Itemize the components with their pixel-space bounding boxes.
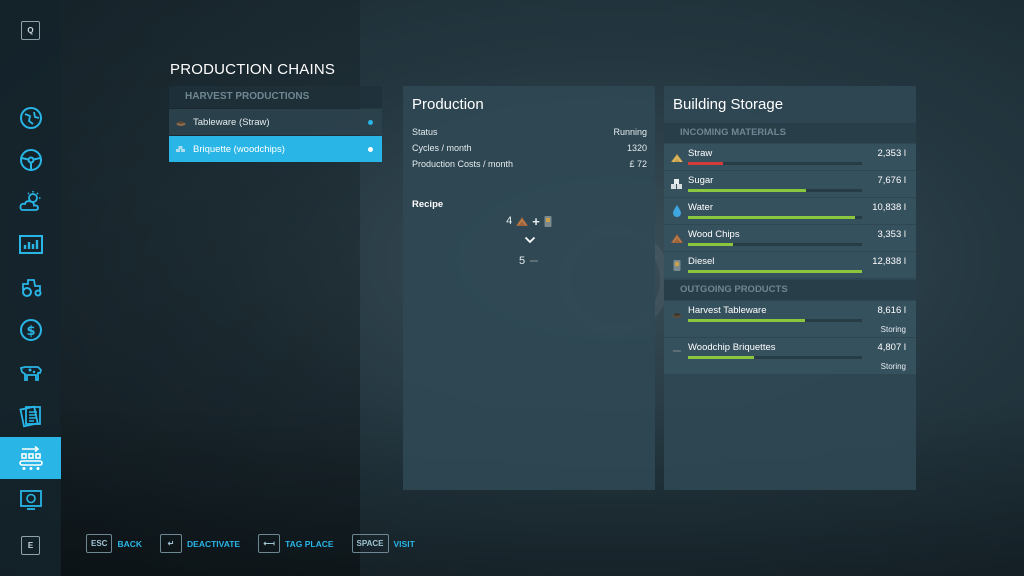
- straw-icon: [670, 150, 684, 164]
- recipe-output-amount: 5: [518, 255, 526, 267]
- nav-map[interactable]: [0, 97, 61, 139]
- storage-row-wood-chips: Wood Chips 3,353 l: [664, 225, 916, 251]
- diesel-icon: [544, 216, 552, 227]
- fill-level-bar: [688, 189, 862, 192]
- nav-vehicles[interactable]: [0, 139, 61, 181]
- storage-row-woodchip-briquettes[interactable]: Woodchip Briquettes 4,807 l Storing: [664, 338, 916, 374]
- nav-contracts[interactable]: [0, 395, 61, 437]
- production-title: Production: [412, 96, 484, 113]
- nav-production-chains[interactable]: [0, 437, 61, 479]
- weather-icon: [19, 191, 40, 211]
- animals-icon: [19, 366, 42, 381]
- outgoing-header: OUTGOING PRODUCTS: [664, 280, 916, 300]
- recipe-plus: +: [532, 213, 540, 229]
- visit-button[interactable]: SPACE VISIT: [351, 534, 415, 553]
- fill-level-bar: [688, 356, 862, 359]
- storage-row-straw: Straw 2,353 l: [664, 144, 916, 170]
- prev-page-key-hint[interactable]: Q: [21, 21, 40, 40]
- storage-row-water: Water 10,838 l: [664, 198, 916, 224]
- briquettes-icon: [175, 143, 187, 155]
- recipe-outputs: 5: [412, 252, 647, 270]
- next-page-key-hint[interactable]: E: [21, 536, 40, 555]
- status-row: Status Running: [412, 127, 647, 143]
- action-bar: ESC BACK ↵ DEACTIVATE ⟻ TAG PLACE SPACE …: [86, 534, 433, 553]
- storage-row-harvest-tableware[interactable]: Harvest Tableware 8,616 l Storing: [664, 301, 916, 337]
- fill-level-bar: [688, 162, 862, 165]
- nav-garage[interactable]: [0, 266, 61, 308]
- nav-finances[interactable]: $: [0, 309, 61, 351]
- nav-weather[interactable]: [0, 181, 61, 223]
- chevron-down-icon: [524, 236, 535, 244]
- tableware-icon: [175, 116, 187, 128]
- fill-level-bar: [688, 270, 862, 273]
- status-value: Running: [613, 127, 647, 137]
- list-item-label: Tableware (Straw): [193, 116, 270, 128]
- production-panel: Production Status Running Cycles / month…: [403, 86, 655, 490]
- steering-wheel-icon: [19, 149, 42, 171]
- cycles-label: Cycles / month: [412, 143, 472, 153]
- sugar-icon: [670, 177, 684, 191]
- cycles-row: Cycles / month 1320: [412, 143, 647, 159]
- svg-text:$: $: [26, 324, 35, 339]
- tag-place-button[interactable]: ⟻ TAG PLACE: [258, 534, 334, 553]
- building-storage-panel: Building Storage INCOMING MATERIALS Stra…: [664, 86, 916, 490]
- page-title: PRODUCTION CHAINS: [170, 61, 336, 78]
- nav-animals[interactable]: [0, 352, 61, 394]
- tableware-icon: [670, 307, 684, 321]
- key-hint: SPACE: [351, 534, 389, 553]
- recipe-input-amount: 4: [506, 215, 513, 227]
- help-icon: [19, 490, 42, 510]
- contracts-icon: [18, 405, 41, 428]
- recipe-inputs: 4 +: [412, 212, 647, 230]
- finances-icon: $: [19, 319, 42, 341]
- back-button[interactable]: ESC BACK: [86, 534, 142, 553]
- active-status-dot: [368, 119, 373, 125]
- production-chains-icon: [18, 445, 43, 470]
- costs-row: Production Costs / month £ 72: [412, 159, 647, 175]
- diesel-icon: [670, 258, 684, 272]
- list-header: HARVEST PRODUCTIONS: [169, 86, 382, 108]
- briquettes-icon: [670, 344, 684, 358]
- fill-level-bar: [688, 216, 862, 219]
- cycles-value: 1320: [626, 143, 647, 153]
- recipe-label: Recipe: [412, 199, 444, 210]
- fill-level-bar: [688, 319, 862, 322]
- recipe-arrow: [412, 230, 647, 250]
- nav-help[interactable]: [0, 479, 61, 521]
- list-item-briquette[interactable]: Briquette (woodchips): [169, 136, 382, 162]
- deactivate-button[interactable]: ↵ DEACTIVATE: [160, 534, 240, 553]
- costs-label: Production Costs / month: [412, 159, 514, 169]
- statistics-icon: [18, 235, 43, 254]
- storage-title: Building Storage: [673, 96, 784, 113]
- active-status-dot: [368, 146, 373, 152]
- tractor-icon: [21, 279, 41, 297]
- incoming-header: INCOMING MATERIALS: [664, 123, 916, 143]
- briquettes-icon: [530, 260, 539, 262]
- water-icon: [670, 204, 684, 218]
- sidebar: Q $ E: [0, 0, 61, 576]
- output-mode: Storing: [880, 325, 906, 334]
- production-chain-list: HARVEST PRODUCTIONS Tableware (Straw) Br…: [169, 86, 382, 162]
- map-icon: [19, 107, 42, 129]
- woodchips-icon: [516, 217, 529, 226]
- fill-level-bar: [688, 243, 862, 246]
- costs-value: £ 72: [629, 159, 647, 169]
- woodchips-icon: [670, 231, 684, 245]
- key-hint: ESC: [86, 534, 113, 553]
- status-label: Status: [412, 127, 438, 137]
- list-item-tableware[interactable]: Tableware (Straw): [169, 109, 382, 135]
- nav-statistics[interactable]: [0, 224, 61, 266]
- key-hint: ⟻: [258, 534, 281, 553]
- storage-row-diesel: Diesel 12,838 l: [664, 252, 916, 278]
- key-hint: ↵: [160, 534, 183, 553]
- output-mode: Storing: [880, 362, 906, 371]
- storage-row-sugar: Sugar 7,676 l: [664, 171, 916, 197]
- list-item-label: Briquette (woodchips): [193, 143, 285, 155]
